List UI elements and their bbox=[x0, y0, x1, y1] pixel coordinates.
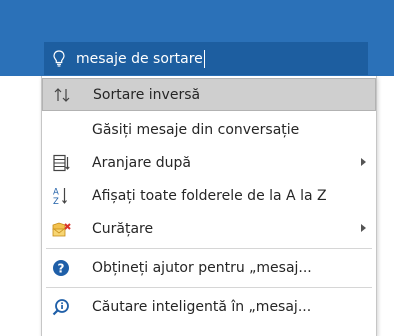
menu-item-get-help[interactable]: ? Obțineți ajutor pentru „mesaj... bbox=[42, 251, 376, 284]
sort-a-z-icon: A Z bbox=[42, 179, 80, 212]
svg-text:A: A bbox=[53, 187, 59, 197]
cleanup-icon bbox=[42, 212, 80, 245]
menu-separator bbox=[46, 248, 372, 249]
menu-item-label: Curățare bbox=[92, 220, 154, 237]
smart-lookup-icon bbox=[42, 290, 80, 323]
menu-item-find-conversation[interactable]: Găsiți mesaje din conversație bbox=[42, 113, 376, 146]
help-icon: ? bbox=[42, 251, 80, 284]
search-results-menu: Sortare inversă Găsiți mesaje din conver… bbox=[41, 76, 377, 336]
menu-item-sort-reverse[interactable]: Sortare inversă bbox=[42, 78, 376, 111]
arrange-by-icon bbox=[42, 146, 80, 179]
menu-item-label: Sortare inversă bbox=[93, 86, 201, 103]
menu-item-label: Căutare inteligentă în „mesaj... bbox=[92, 298, 312, 315]
menu-item-label: Afișați toate folderele de la A la Z bbox=[92, 187, 327, 204]
menu-item-smart-lookup[interactable]: Căutare inteligentă în „mesaj... bbox=[42, 290, 376, 323]
menu-item-arrange-by[interactable]: Aranjare după bbox=[42, 146, 376, 179]
submenu-arrow-icon bbox=[361, 158, 366, 166]
svg-text:?: ? bbox=[58, 261, 65, 275]
title-bar: mesaje de sortare bbox=[0, 0, 394, 76]
menu-item-label: Aranjare după bbox=[92, 154, 191, 171]
svg-text:Z: Z bbox=[53, 197, 59, 206]
search-input[interactable]: mesaje de sortare bbox=[72, 49, 205, 68]
menu-item-label: Obțineți ajutor pentru „mesaj... bbox=[92, 259, 312, 276]
menu-separator bbox=[46, 287, 372, 288]
menu-item-label: Găsiți mesaje din conversație bbox=[92, 121, 300, 138]
menu-item-show-folders-a-z[interactable]: A Z Afișați toate folderele de la A la Z bbox=[42, 179, 376, 212]
submenu-arrow-icon bbox=[361, 224, 366, 232]
tell-me-search-box[interactable]: mesaje de sortare bbox=[44, 42, 368, 75]
lightbulb-icon bbox=[46, 42, 72, 75]
sort-reverse-icon bbox=[43, 78, 81, 111]
menu-item-cleanup[interactable]: Curățare bbox=[42, 212, 376, 245]
